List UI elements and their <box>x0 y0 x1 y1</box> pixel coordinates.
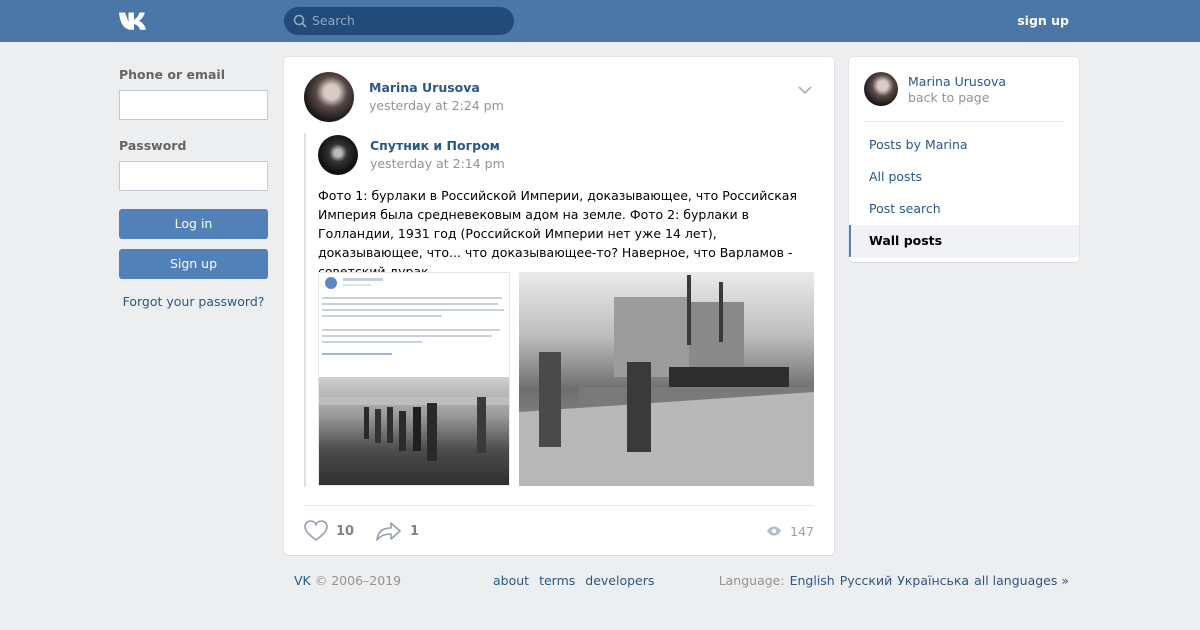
chevron-down-icon[interactable] <box>798 85 812 95</box>
photo-1-tweet-graphic <box>322 277 504 355</box>
post-actions: 10 1 147 <box>304 519 814 543</box>
login-button[interactable]: Log in <box>119 209 268 239</box>
photo-1[interactable] <box>318 272 510 486</box>
post-text: Фото 1: бурлаки в Российской Империи, до… <box>318 188 797 279</box>
forgot-password-link[interactable]: Forgot your password? <box>119 294 268 309</box>
repost: Спутник и Погром yesterday at 2:14 pm Фо… <box>304 133 814 487</box>
back-to-page-link[interactable]: back to page <box>908 90 989 105</box>
search-placeholder: Search <box>312 13 355 28</box>
language-russian[interactable]: Русский <box>840 573 892 588</box>
profile-sidebar: Marina Urusova back to page Posts by Mar… <box>849 57 1079 262</box>
language-label: Language: <box>718 573 785 588</box>
repost-date-text[interactable]: yesterday at 2:14 pm <box>370 156 505 171</box>
like-count: 10 <box>336 523 355 539</box>
signup-button[interactable]: Sign up <box>119 249 268 279</box>
phone-label: Phone or email <box>119 67 225 82</box>
login-form: Phone or email Password Log in Sign up F… <box>119 67 268 309</box>
vk-footer-link[interactable]: VK <box>294 573 311 588</box>
sidebar-divider <box>864 121 1064 122</box>
phone-input[interactable] <box>119 90 268 120</box>
photo-2-canal-scene <box>519 275 814 486</box>
eye-icon <box>767 526 782 536</box>
photo-1-figures <box>319 397 509 461</box>
sidebar-item-all-posts[interactable]: All posts <box>849 161 1079 193</box>
sidebar-item-posts-by-marina[interactable]: Posts by Marina <box>849 129 1079 161</box>
language-english[interactable]: English <box>790 573 835 588</box>
password-label: Password <box>119 138 187 153</box>
share-icon <box>376 522 401 541</box>
header-signup-link[interactable]: sign up <box>1017 13 1069 28</box>
password-input[interactable] <box>119 161 268 191</box>
photo-2[interactable] <box>519 272 814 486</box>
all-languages-link[interactable]: all languages » <box>974 573 1069 588</box>
heart-icon <box>304 520 328 542</box>
photo-1-screenshot-area <box>319 273 509 377</box>
search-icon <box>293 14 307 28</box>
footer-link-terms[interactable]: terms <box>539 573 575 588</box>
language-selector: Language: English Русский Українська all lan… <box>719 573 1069 588</box>
repost-date: yesterday at 2:14 pm <box>370 156 509 171</box>
language-ukrainian[interactable]: Українська <box>897 573 969 588</box>
top-bar: Search sign up <box>0 0 1200 42</box>
view-count: 147 <box>790 523 814 539</box>
post-date[interactable]: yesterday at 2:24 pm <box>369 98 504 113</box>
photo-1-barge-haulers <box>319 377 509 485</box>
sidebar-menu: Posts by Marina All posts Post search Wa… <box>849 129 1079 257</box>
views-counter: 147 <box>766 519 814 543</box>
like-button[interactable]: 10 <box>304 519 354 543</box>
search-input[interactable]: Search <box>284 7 514 35</box>
sidebar-name[interactable]: Marina Urusova <box>908 74 1006 89</box>
footer-links: about terms developers <box>493 573 654 588</box>
footer-link-about[interactable]: about <box>493 573 529 588</box>
footer: VK © 2006–2019 about terms developers Lang… <box>0 573 1200 591</box>
sidebar-avatar[interactable] <box>864 72 898 106</box>
repost-author[interactable]: Спутник и Погром <box>370 138 500 153</box>
author-avatar[interactable] <box>304 72 354 122</box>
repost-avatar[interactable] <box>318 135 358 175</box>
sidebar-item-post-search[interactable]: Post search <box>849 193 1079 225</box>
share-button[interactable]: 1 <box>376 519 419 543</box>
copyright-years: © 2006–2019 <box>314 573 402 588</box>
share-count: 1 <box>410 523 420 539</box>
footer-link-developers[interactable]: developers <box>585 573 654 588</box>
footer-copyright: VK © 2006–2019 <box>294 573 401 588</box>
post-author[interactable]: Marina Urusova <box>369 80 480 95</box>
vk-logo-icon[interactable] <box>119 11 152 31</box>
wall-post: Marina Urusova yesterday at 2:24 pm Спут… <box>284 57 834 555</box>
actions-divider <box>304 505 814 506</box>
sidebar-item-wall-posts[interactable]: Wall posts <box>849 225 1079 257</box>
